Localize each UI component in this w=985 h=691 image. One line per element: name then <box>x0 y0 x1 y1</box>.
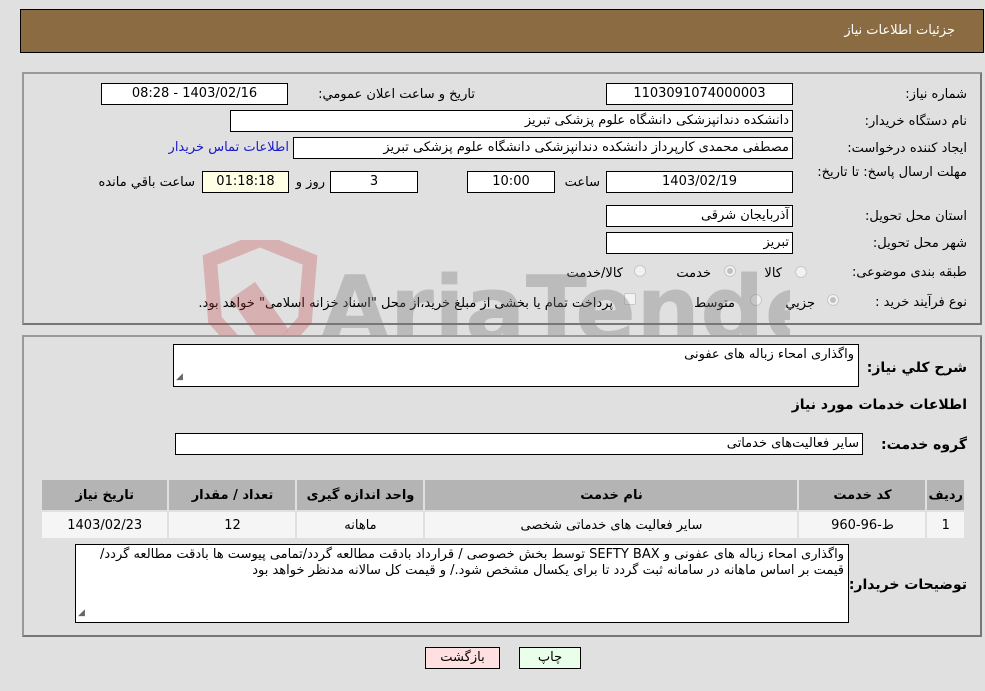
process-option-medium: متوسط <box>694 296 735 311</box>
print-button[interactable]: چاپ <box>519 647 581 669</box>
creator-label: ایجاد کننده درخواست: <box>847 141 967 156</box>
category-radio-service[interactable] <box>724 265 736 277</box>
province-field: آذربایجان شرقی <box>606 205 793 227</box>
resize-grip-icon[interactable]: ◢ <box>78 605 85 621</box>
buyer-org-label: نام دستگاه خریدار: <box>864 114 967 129</box>
remaining-time-field: 01:18:18 <box>202 171 289 193</box>
cell-service-code: ط-96-960 <box>799 512 926 538</box>
col-need-date: تاریخ نیاز <box>42 480 168 510</box>
city-field: تبریز <box>606 232 793 254</box>
city-label: شهر محل تحویل: <box>872 236 967 251</box>
deadline-time-label: ساعت <box>564 175 600 190</box>
col-quantity: تعداد / مقدار <box>169 480 296 510</box>
announce-date-label: تاریخ و ساعت اعلان عمومي: <box>318 87 475 102</box>
process-option-minor: جزیي <box>785 296 815 311</box>
category-radio-goods[interactable] <box>795 266 807 278</box>
buyer-notes-text: واگذاری امحاء زباله های عفونی و SEFTY BA… <box>100 547 844 578</box>
service-group-label: گروه خدمت: <box>881 437 967 453</box>
category-option-service: خدمت <box>676 266 711 281</box>
category-radio-goods-service[interactable] <box>634 265 646 277</box>
treasury-payment-checkbox[interactable] <box>624 293 636 305</box>
category-label: طبقه بندی موضوعی: <box>851 265 967 280</box>
buyer-notes-label: توضیحات خریدار: <box>848 577 967 593</box>
cell-need-date: 1403/02/23 <box>42 512 168 538</box>
deadline-date-field: 1403/02/19 <box>606 171 793 193</box>
resize-grip-icon[interactable]: ◢ <box>176 369 183 385</box>
back-button[interactable]: بازگشت <box>425 647 500 669</box>
deadline-time-field: 10:00 <box>467 171 555 193</box>
summary-textarea[interactable]: واگذاری امحاء زباله های عفونی ◢ <box>173 344 859 387</box>
page-header: جزئیات اطلاعات نیاز <box>20 9 984 53</box>
buyer-org-field: دانشکده دندانپزشکی دانشگاه علوم پزشکی تب… <box>230 110 793 132</box>
cell-row-number: 1 <box>927 512 964 538</box>
process-radio-minor[interactable] <box>827 294 839 306</box>
summary-text: واگذاری امحاء زباله های عفونی <box>684 347 854 362</box>
process-label: نوع فرآیند خرید : <box>875 295 967 310</box>
remaining-time-label: ساعت باقي مانده <box>98 175 195 190</box>
days-field: 3 <box>330 171 418 193</box>
announce-date-field: 1403/02/16 - 08:28 <box>101 83 288 105</box>
page-title: جزئیات اطلاعات نیاز <box>844 23 955 38</box>
services-table: ردیف کد خدمت نام خدمت واحد اندازه گیری ت… <box>40 478 966 540</box>
treasury-payment-note: پرداخت تمام یا بخشی از مبلغ خرید،از محل … <box>198 296 613 311</box>
service-group-field: سایر فعالیت‌های خدماتی <box>175 433 863 455</box>
category-option-goods: کالا <box>764 266 782 281</box>
col-row-number: ردیف <box>927 480 964 510</box>
summary-label: شرح کلي نیاز: <box>866 360 967 376</box>
cell-service-name: سایر فعالیت های خدماتی شخصی <box>425 512 798 538</box>
services-heading: اطلاعات خدمات مورد نیاز <box>791 397 967 413</box>
province-label: استان محل تحویل: <box>865 209 967 224</box>
cell-unit: ماهانه <box>297 512 424 538</box>
col-service-name: نام خدمت <box>425 480 798 510</box>
col-service-code: کد خدمت <box>799 480 926 510</box>
buyer-contact-link[interactable]: اطلاعات تماس خریدار <box>169 140 289 155</box>
table-header-row: ردیف کد خدمت نام خدمت واحد اندازه گیری ت… <box>42 480 964 510</box>
deadline-label: مهلت ارسال پاسخ: تا تاریخ: <box>817 165 967 180</box>
col-unit: واحد اندازه گیری <box>297 480 424 510</box>
need-number-field: 1103091074000003 <box>606 83 793 105</box>
process-radio-medium[interactable] <box>750 294 762 306</box>
cell-quantity: 12 <box>169 512 296 538</box>
table-row: 1 ط-96-960 سایر فعالیت های خدماتی شخصی م… <box>42 512 964 538</box>
creator-field: مصطفی محمدی کارپرداز دانشکده دندانپزشکی … <box>293 137 793 159</box>
days-label: روز و <box>295 175 325 190</box>
category-option-goods-service: کالا/خدمت <box>566 266 623 281</box>
buyer-notes-textarea[interactable]: واگذاری امحاء زباله های عفونی و SEFTY BA… <box>75 544 849 623</box>
need-number-label: شماره نیاز: <box>905 87 967 102</box>
